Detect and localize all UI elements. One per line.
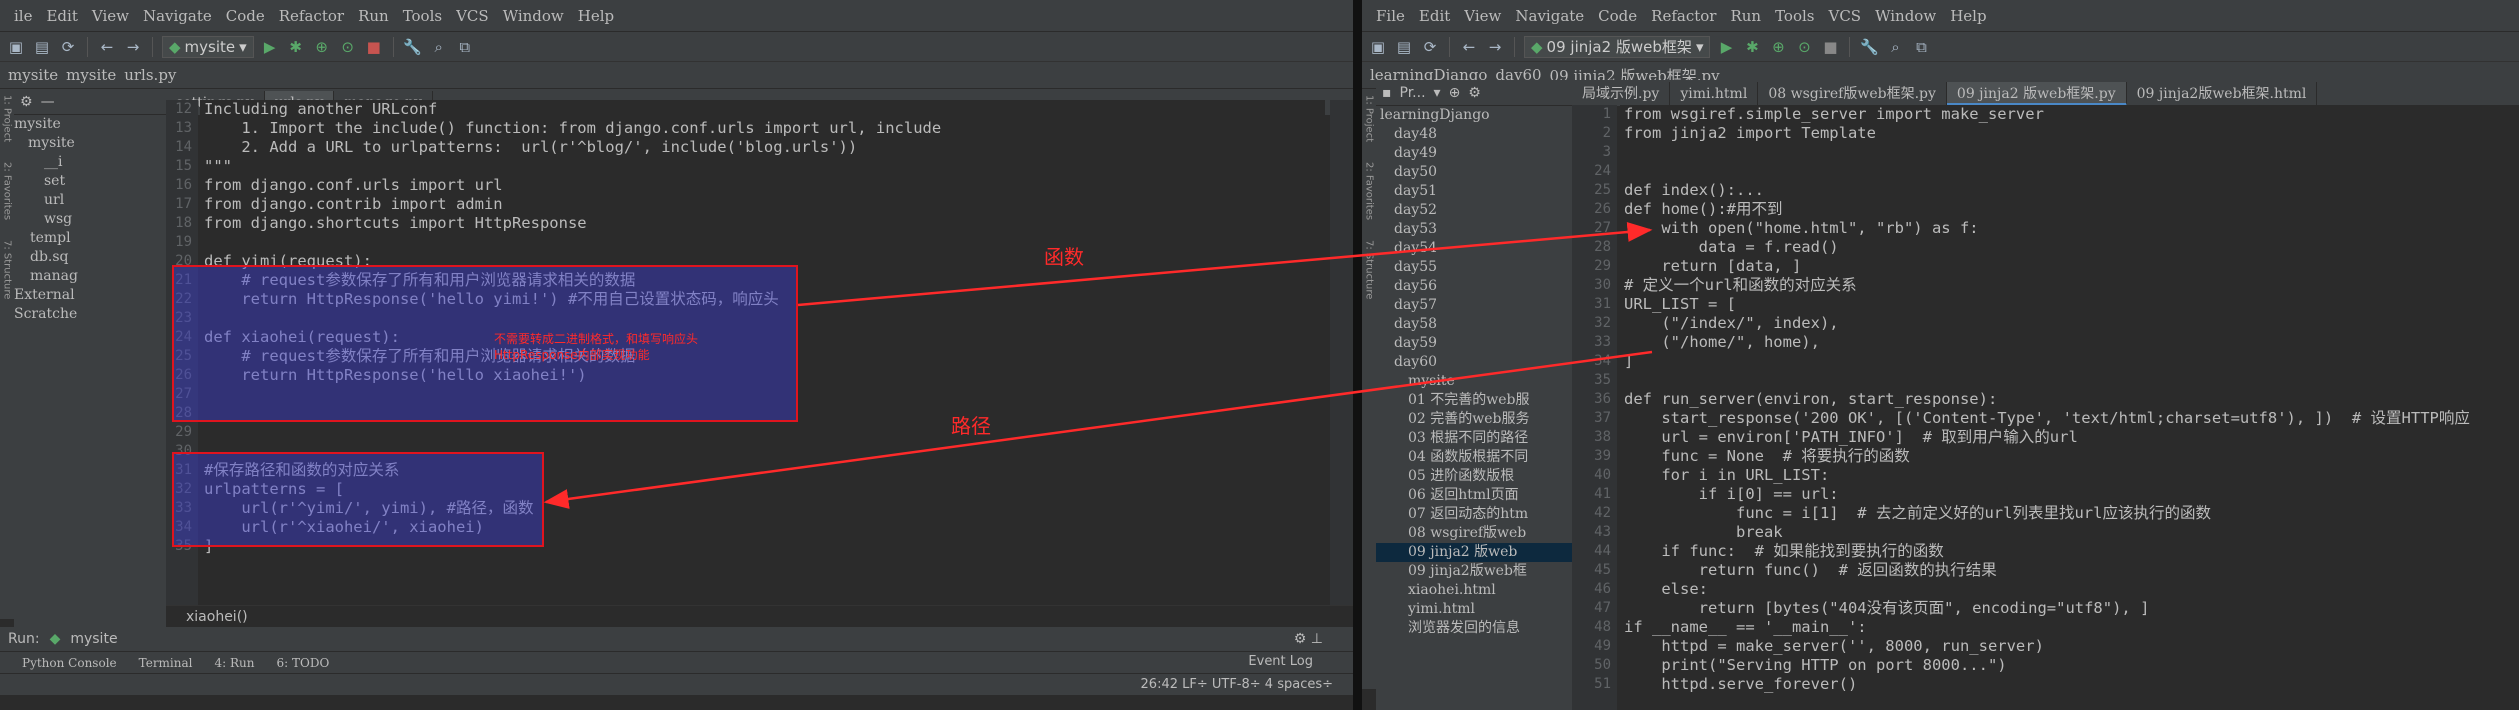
path-arrow — [543, 350, 1653, 509]
annotation-arrows — [543, 222, 1653, 509]
function-arrow — [797, 222, 1653, 307]
